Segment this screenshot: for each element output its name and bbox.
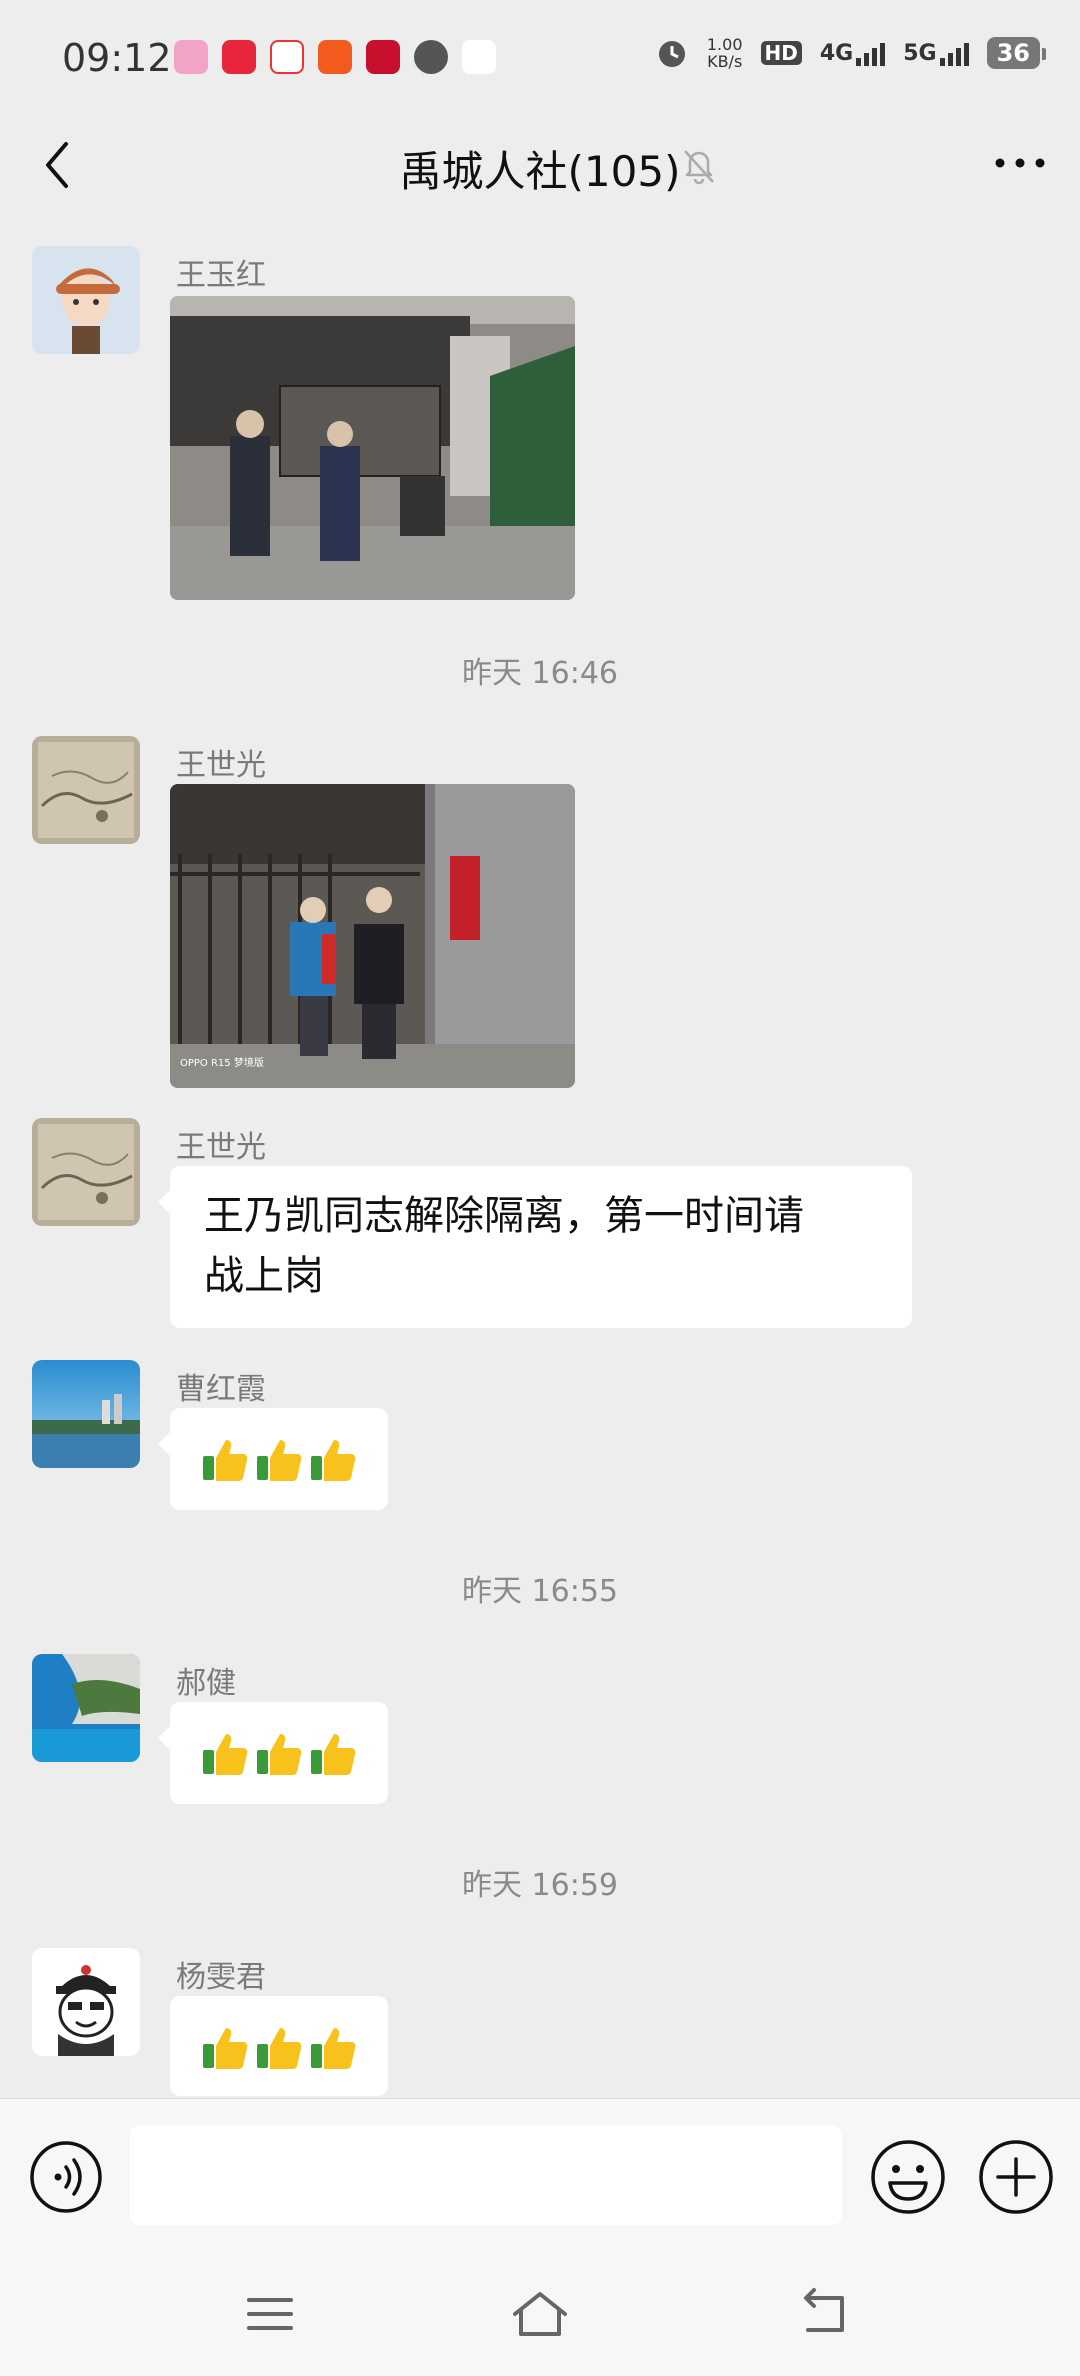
avatar[interactable] [32, 1654, 140, 1762]
alarm-icon [658, 41, 685, 67]
thumbs-up-icon [311, 1734, 356, 1775]
chat-title: 禹城人社(105) [399, 147, 681, 196]
message-input[interactable] [130, 2125, 842, 2225]
avatar[interactable] [32, 736, 140, 844]
emoji-bubble[interactable] [158, 1702, 388, 1804]
thumbs-up-icon [203, 2028, 248, 2069]
thumbs-up-icon [257, 1440, 302, 1481]
signal-5g: 5G [903, 41, 969, 66]
text-bubble[interactable]: 王乃凯同志解除隔离，第一时间请 战上岗 [158, 1166, 912, 1328]
thumbs-up-icon [257, 2028, 302, 2069]
message-text-line: 王乃凯同志解除隔离，第一时间请 [204, 1193, 804, 1239]
clock: 09:12 [62, 36, 172, 80]
signal-4g: 4G [820, 41, 886, 66]
menu-icon[interactable] [235, 2284, 305, 2344]
sender-name: 郝健 [176, 1666, 236, 1701]
add-icon[interactable] [976, 2137, 1056, 2217]
avatar[interactable] [32, 246, 140, 354]
avatar[interactable] [32, 1118, 140, 1226]
time-separator: 昨天 16:46 [462, 656, 618, 691]
more-icon[interactable] [988, 138, 1052, 188]
system-nav-bar [0, 2262, 1080, 2376]
back-nav-icon[interactable] [790, 2284, 860, 2344]
photo-watermark: OPPO R15 梦境版 [180, 1056, 264, 1069]
input-bar [0, 2098, 1080, 2263]
image-message[interactable] [170, 296, 575, 600]
chat-header: 禹城人社(105) [0, 120, 1080, 208]
sender-name: 曹红霞 [176, 1372, 266, 1407]
sender-name: 王世光 [176, 1130, 266, 1165]
gauge-icon [414, 40, 448, 74]
emoji-bubble[interactable] [158, 1408, 388, 1510]
battery-indicator: 36 [986, 37, 1047, 69]
status-bar: 09:12 1.00 KB/s HD 4G 5G 36 [0, 0, 1080, 120]
emoji-bubble[interactable] [170, 1996, 388, 2096]
video-play-icon [462, 40, 496, 74]
emoji-icon[interactable] [868, 2137, 948, 2217]
thumbs-up-icon [257, 1734, 302, 1775]
emoji-row [170, 1996, 388, 2096]
map-pin-icon [270, 40, 304, 74]
thumbs-up-icon [311, 2028, 356, 2069]
status-indicators: 1.00 KB/s HD 4G 5G 36 [655, 35, 1047, 71]
app-notification-icon [174, 40, 208, 74]
sender-name: 王世光 [176, 748, 266, 783]
avatar[interactable] [32, 1360, 140, 1468]
signal-bars-icon [856, 42, 886, 66]
thumbs-up-icon [203, 1440, 248, 1481]
emoji-row [170, 1702, 388, 1804]
bank-icon [366, 40, 400, 74]
thumbs-up-icon [203, 1734, 248, 1775]
hd-signal: HD [760, 41, 802, 65]
voice-icon[interactable] [28, 2139, 104, 2215]
image-message[interactable]: OPPO R15 梦境版 [170, 784, 575, 1088]
sender-name: 杨雯君 [176, 1960, 266, 1995]
home-icon[interactable] [505, 2284, 575, 2344]
thumbs-up-icon [311, 1440, 356, 1481]
avatar[interactable] [32, 1948, 140, 2056]
emoji-row [170, 1408, 388, 1510]
notification-icons [174, 40, 496, 74]
xiaohongshu-icon [222, 40, 256, 74]
time-separator: 昨天 16:55 [462, 1574, 618, 1609]
network-speed: 1.00 KB/s [706, 35, 743, 71]
shopping-icon [318, 40, 352, 74]
message-text-line: 战上岗 [204, 1253, 324, 1299]
signal-bars-icon [939, 42, 969, 66]
time-separator: 昨天 16:59 [462, 1868, 618, 1903]
mute-bell-icon [684, 150, 714, 185]
sender-name: 王玉红 [176, 258, 266, 293]
